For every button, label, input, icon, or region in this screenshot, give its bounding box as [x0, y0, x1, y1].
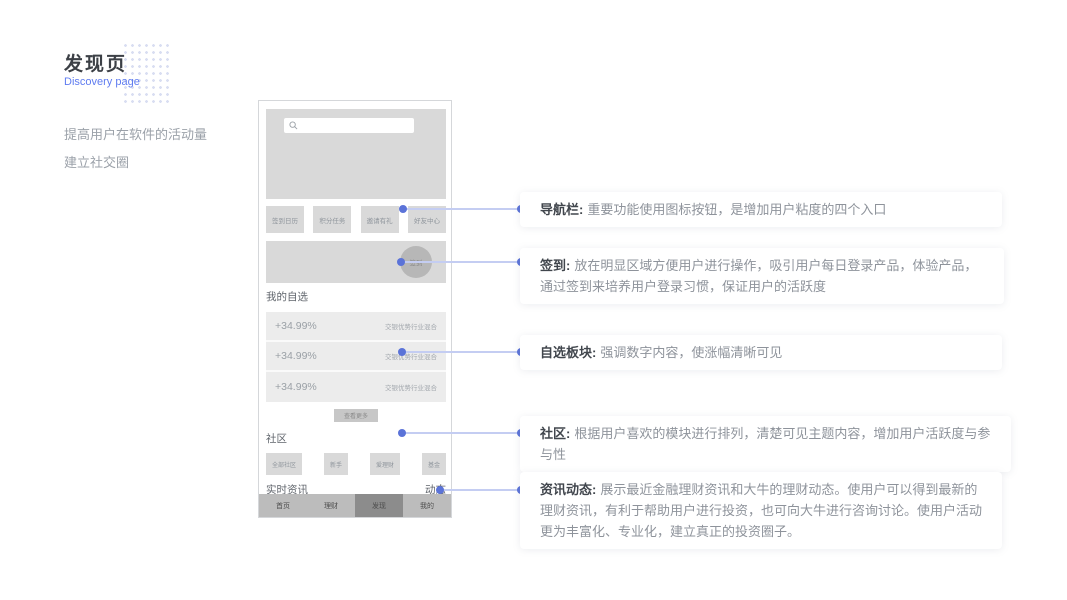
connector-dot: [436, 486, 444, 494]
connector-dot: [397, 258, 405, 266]
annotation-label: 自选板块:: [540, 345, 597, 360]
annotation-label: 资讯动态:: [540, 482, 597, 497]
dot-pattern-decoration: [122, 42, 172, 106]
community-section-title: 社区: [266, 433, 287, 445]
annotation-text: 根据用户喜欢的模块进行排列，清楚可见主题内容，增加用户活跃度与参与性: [540, 426, 991, 462]
hero-banner: [266, 109, 446, 199]
quick-nav-row: 签到日历 积分任务 邀请有礼 好友中心: [266, 206, 446, 233]
intro-line-1: 提高用户在软件的活动量: [64, 127, 208, 142]
connector-dot: [399, 205, 407, 213]
tag-fund[interactable]: 基金: [421, 453, 446, 475]
connector-line-signin: [401, 261, 523, 263]
tag-all-community[interactable]: 全部社区: [266, 453, 303, 475]
fund-change: +34.99%: [275, 350, 317, 362]
tab-home[interactable]: 首页: [259, 494, 307, 517]
nav-button-points-tasks[interactable]: 积分任务: [313, 206, 352, 233]
nav-button-invite-gift[interactable]: 邀请有礼: [360, 206, 399, 233]
annotation-text: 强调数字内容，使涨幅清晰可见: [600, 345, 783, 360]
bottom-tab-bar: 首页 理财 发现 我的: [259, 494, 451, 517]
page-title: 发现页: [64, 54, 128, 75]
search-input[interactable]: [284, 118, 414, 133]
watchlist-panel: +34.99% 交银优势行业混合 +34.99% 交银优势行业混合 +34.99…: [266, 312, 446, 402]
annotation-card-signin: 签到: 放在明显区域方便用户进行操作，吸引用户每日登录产品，体验产品，通过签到来培…: [520, 248, 1004, 304]
connector-line-news: [440, 489, 523, 491]
annotation-card-navbar: 导航栏: 重要功能使用图标按钮，是增加用户粘度的四个入口: [520, 192, 1002, 227]
view-more-button[interactable]: 查看更多: [334, 409, 378, 422]
community-tag-row: 全部社区 新手 爱理财 基金: [266, 453, 446, 475]
watchlist-row[interactable]: +34.99% 交银优势行业混合: [266, 312, 446, 342]
fund-change: +34.99%: [275, 320, 317, 332]
search-icon: [289, 121, 298, 130]
annotation-label: 社区:: [540, 426, 571, 441]
tab-finance[interactable]: 理财: [307, 494, 355, 517]
connector-line-watchlist: [402, 351, 523, 353]
connector-line-community: [402, 432, 523, 434]
annotation-card-news: 资讯动态: 展示最近金融理财资讯和大牛的理财动态。使用户可以得到最新的理财资讯，有…: [520, 472, 1002, 549]
watchlist-row[interactable]: +34.99% 交银优势行业混合: [266, 372, 446, 402]
watchlist-row[interactable]: +34.99% 交银优势行业混合: [266, 342, 446, 372]
connector-line-navbar: [403, 208, 523, 210]
annotation-card-community: 社区: 根据用户喜欢的模块进行排列，清楚可见主题内容，增加用户活跃度与参与性: [520, 416, 1011, 472]
intro-text: 提高用户在软件的活动量 建立社交圈: [64, 121, 207, 177]
phone-mockup: 签到日历 积分任务 邀请有礼 好友中心 签到 我的自选 +34.99% 交银优势…: [258, 100, 452, 518]
fund-name: 交银优势行业混合: [385, 324, 437, 331]
annotation-text: 放在明显区域方便用户进行操作，吸引用户每日登录产品，体验产品，通过签到来培养用户…: [540, 258, 978, 294]
tag-beginner[interactable]: 新手: [323, 453, 348, 475]
tab-discovery-active[interactable]: 发现: [355, 494, 403, 517]
connector-dot: [398, 348, 406, 356]
fund-change: +34.99%: [275, 381, 317, 393]
watchlist-section-title: 我的自选: [266, 291, 308, 303]
intro-line-2: 建立社交圈: [64, 155, 130, 170]
annotation-card-watchlist: 自选板块: 强调数字内容，使涨幅清晰可见: [520, 335, 1002, 370]
nav-button-friends-center[interactable]: 好友中心: [407, 206, 446, 233]
annotation-label: 导航栏:: [540, 202, 584, 217]
connector-dot: [398, 429, 406, 437]
tag-love-finance[interactable]: 爱理财: [369, 453, 400, 475]
fund-name: 交银优势行业混合: [385, 385, 437, 392]
page-subtitle: Discovery page: [64, 76, 140, 88]
tab-mine[interactable]: 我的: [403, 494, 451, 517]
annotation-label: 签到:: [540, 258, 571, 273]
nav-button-signin-calendar[interactable]: 签到日历: [266, 206, 304, 233]
discovery-page-spec: 发现页 Discovery page 提高用户在软件的活动量 建立社交圈 签到日…: [0, 0, 1067, 600]
annotation-text: 展示最近金融理财资讯和大牛的理财动态。使用户可以得到最新的理财资讯，有利于帮助用…: [540, 482, 983, 539]
annotation-text: 重要功能使用图标按钮，是增加用户粘度的四个入口: [587, 202, 887, 217]
